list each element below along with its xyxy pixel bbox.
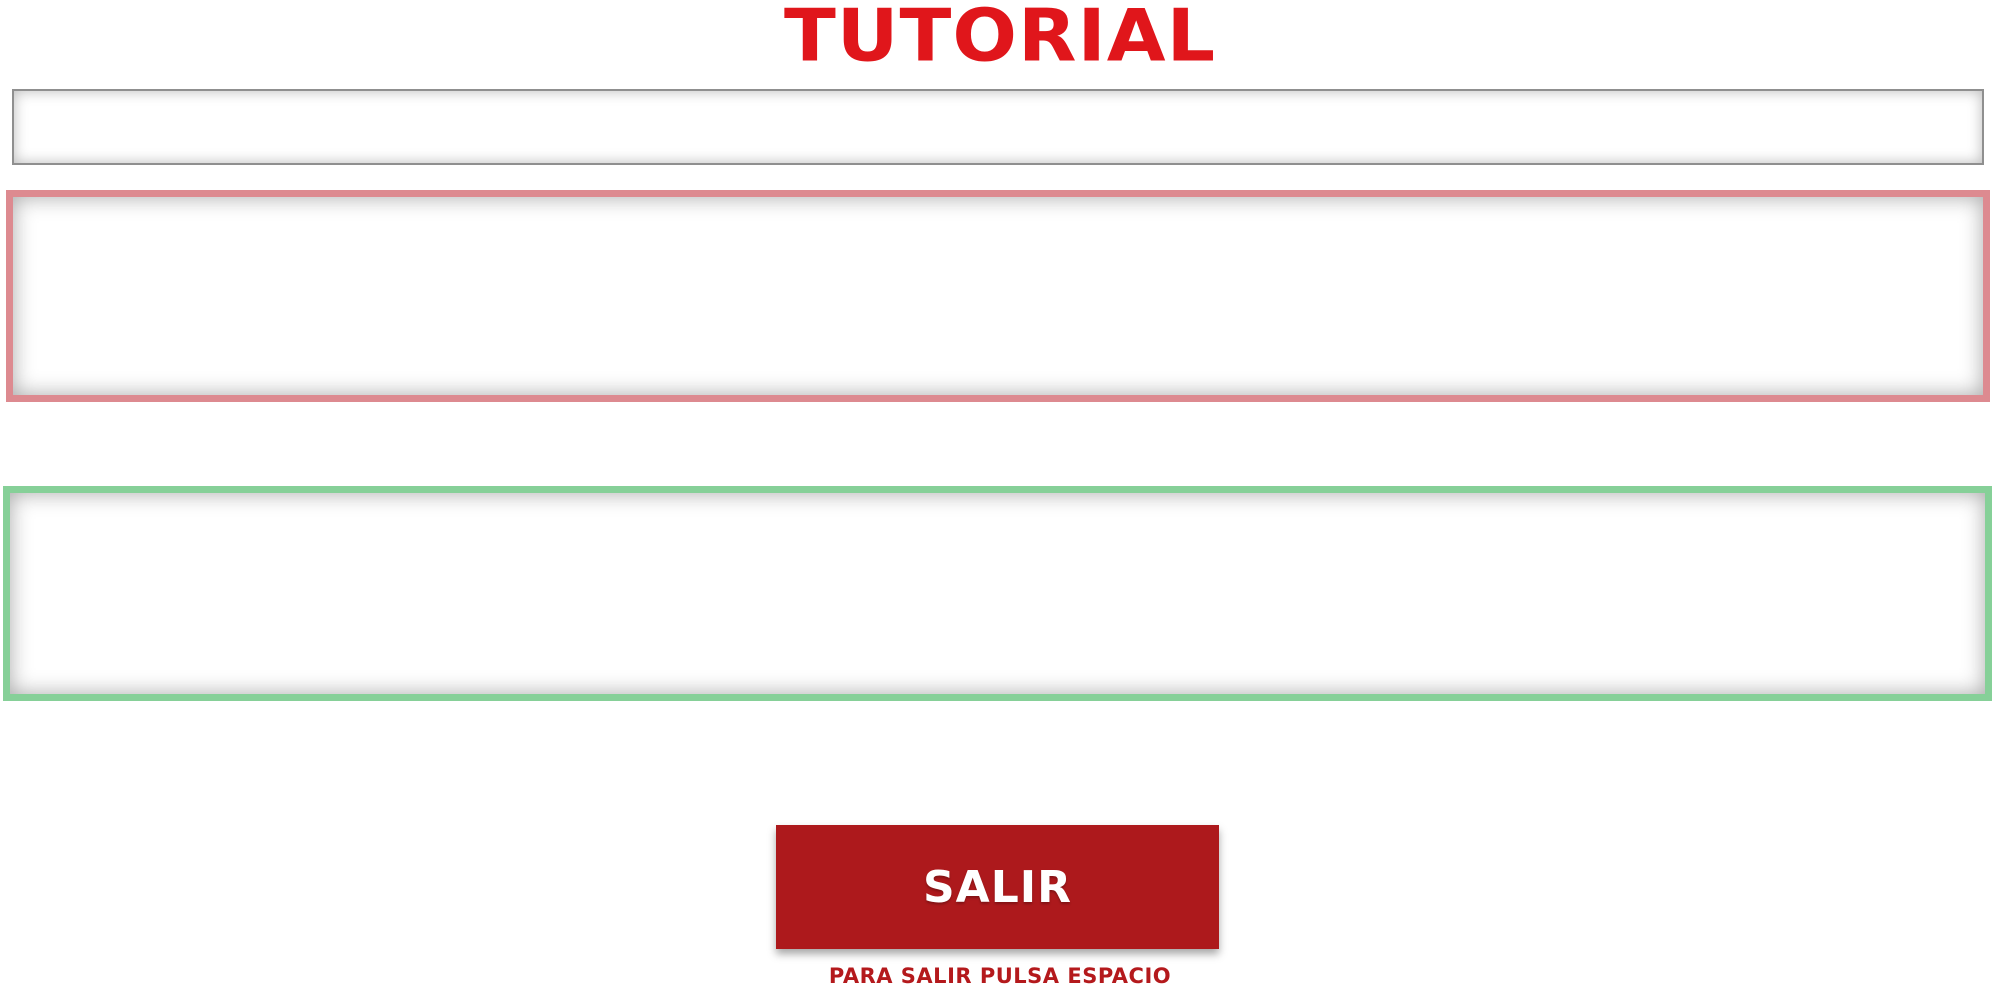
green-answer-panel[interactable]: [3, 486, 1992, 701]
page-title: TUTORIAL: [783, 0, 1217, 78]
red-answer-panel[interactable]: [6, 190, 1990, 402]
exit-button[interactable]: SALIR: [776, 825, 1219, 949]
top-text-panel: [12, 89, 1984, 165]
exit-hint: PARA SALIR PULSA ESPACIO: [828, 964, 1172, 988]
